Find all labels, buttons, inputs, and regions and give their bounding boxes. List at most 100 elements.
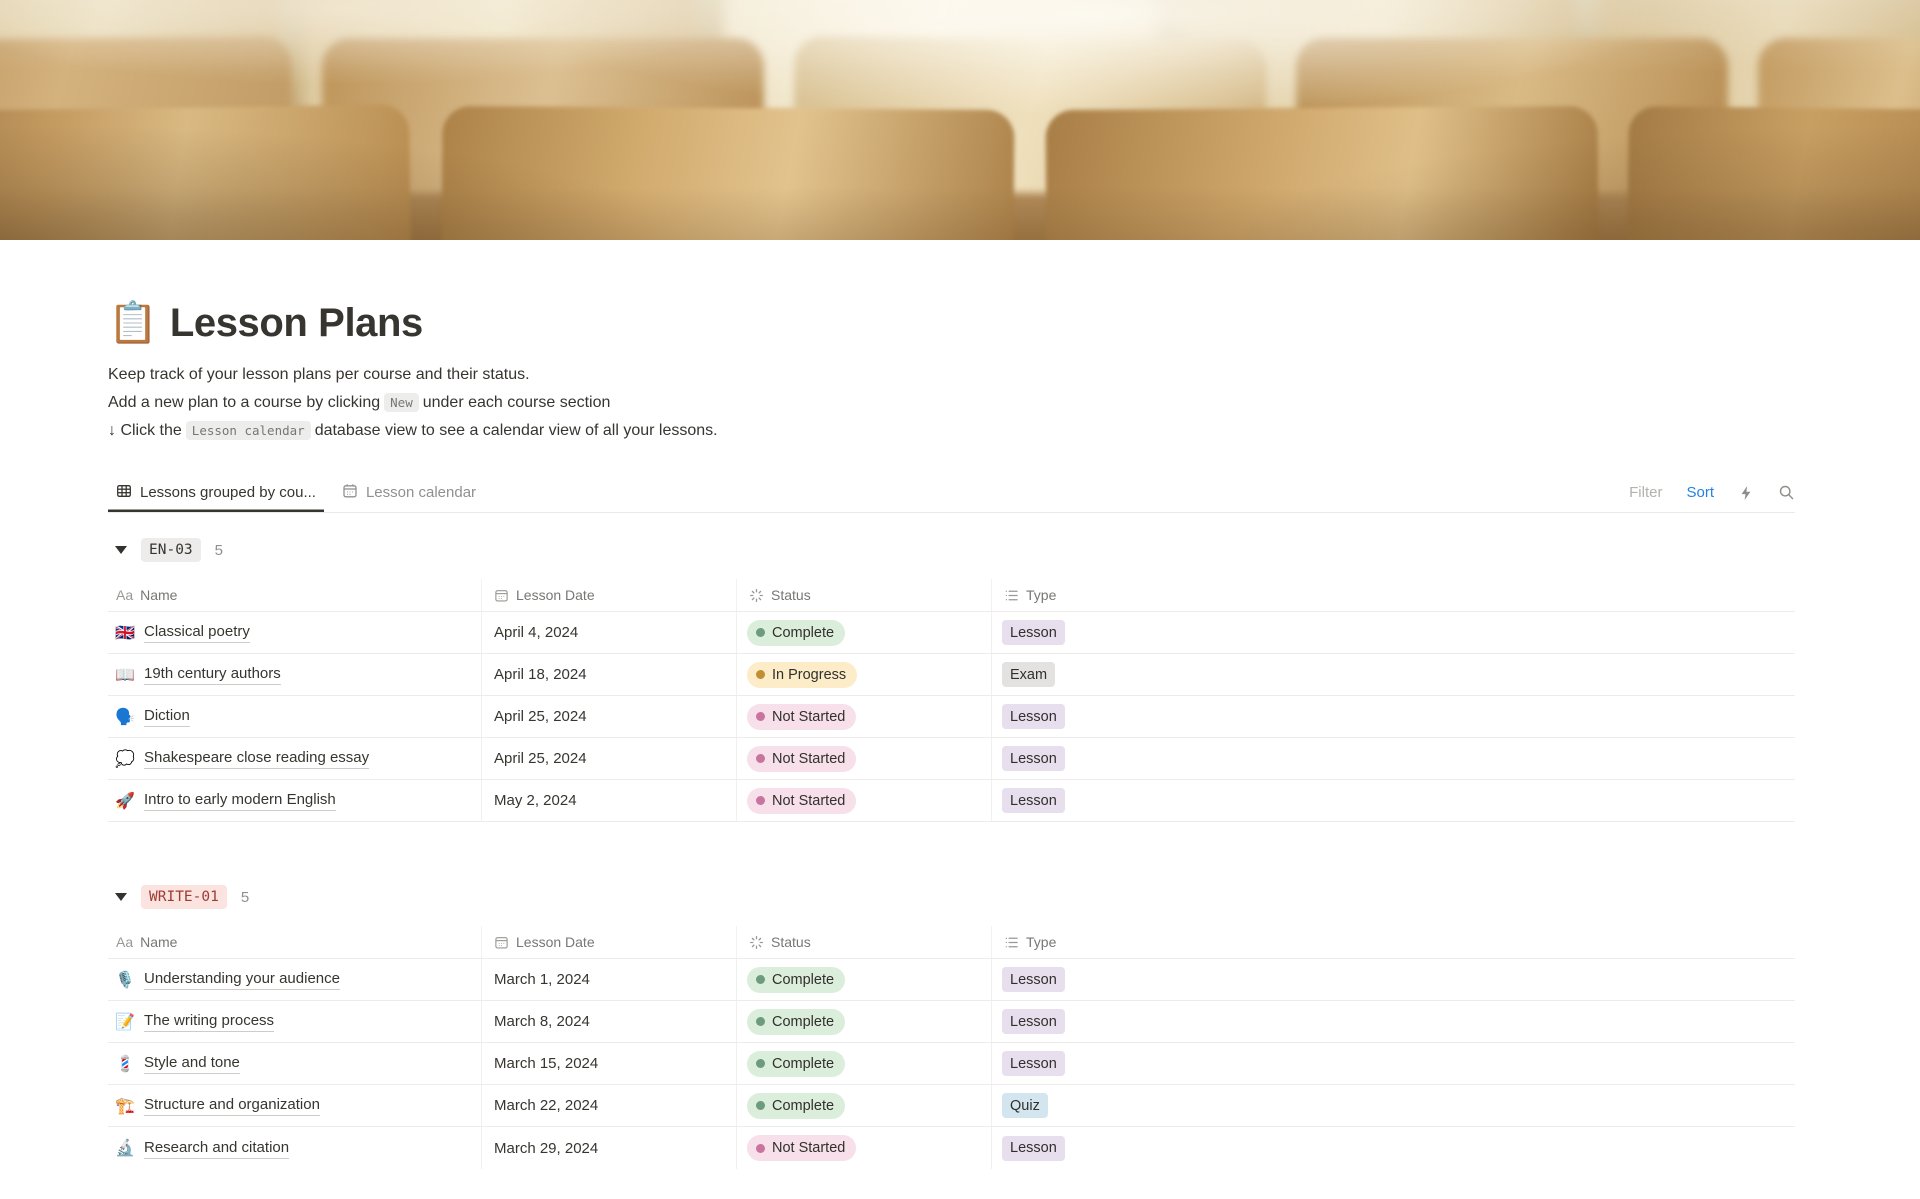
lesson-name-cell[interactable]: 📝 The writing process (108, 1001, 482, 1042)
course-badge[interactable]: WRITE-01 (141, 885, 227, 909)
lesson-type-cell[interactable]: Lesson (992, 696, 1795, 737)
lesson-date-cell[interactable]: April 25, 2024 (482, 738, 737, 779)
column-header-lesson-date[interactable]: Lesson Date (482, 926, 737, 958)
lesson-name-cell[interactable]: 🗣️ Diction (108, 696, 482, 737)
lesson-name-cell[interactable]: 🎙️ Understanding your audience (108, 959, 482, 1000)
type-tag[interactable]: Lesson (1002, 788, 1065, 813)
lesson-status-cell[interactable]: Not Started (737, 738, 992, 779)
collapse-triangle-icon[interactable] (115, 546, 127, 554)
status-pill[interactable]: Complete (747, 1050, 846, 1077)
lesson-type-cell[interactable]: Lesson (992, 780, 1795, 821)
lesson-date-cell[interactable]: March 29, 2024 (482, 1127, 737, 1169)
lesson-link[interactable]: Classical poetry (144, 622, 250, 643)
column-header-lesson-date[interactable]: Lesson Date (482, 579, 737, 611)
filter-button[interactable]: Filter (1629, 484, 1662, 501)
column-header-name[interactable]: Aa Name (108, 926, 482, 958)
status-pill[interactable]: Complete (747, 966, 846, 993)
course-badge[interactable]: EN-03 (141, 538, 201, 562)
type-tag[interactable]: Exam (1002, 662, 1056, 687)
lesson-name-cell[interactable]: 💭 Shakespeare close reading essay (108, 738, 482, 779)
tab-lessons-grouped-by-course[interactable]: Lessons grouped by cou... (108, 473, 324, 512)
status-pill[interactable]: Complete (747, 619, 846, 646)
sort-button[interactable]: Sort (1686, 484, 1714, 501)
column-header-status[interactable]: Status (737, 926, 992, 958)
lesson-type-cell[interactable]: Exam (992, 654, 1795, 695)
lesson-name-cell[interactable]: 🇬🇧 Classical poetry (108, 612, 482, 653)
status-pill[interactable]: In Progress (747, 661, 858, 688)
lesson-name-cell[interactable]: 💈 Style and tone (108, 1043, 482, 1084)
lesson-date-cell[interactable]: May 2, 2024 (482, 780, 737, 821)
lesson-status-cell[interactable]: Complete (737, 1043, 992, 1084)
table-row[interactable]: 🚀 Intro to early modern English May 2, 20… (108, 780, 1795, 822)
type-tag[interactable]: Lesson (1002, 1009, 1065, 1034)
tab-lesson-calendar[interactable]: Lesson calendar (334, 473, 484, 512)
lesson-type-cell[interactable]: Lesson (992, 612, 1795, 653)
lesson-date-cell[interactable]: April 18, 2024 (482, 654, 737, 695)
status-pill[interactable]: Complete (747, 1092, 846, 1119)
type-tag[interactable]: Lesson (1002, 620, 1065, 645)
status-pill[interactable]: Not Started (747, 745, 857, 772)
search-icon[interactable] (1778, 484, 1795, 501)
column-header-type[interactable]: Type (992, 926, 1795, 958)
lesson-status-cell[interactable]: Not Started (737, 1127, 992, 1169)
table-row[interactable]: 💈 Style and tone March 15, 2024 Complete … (108, 1043, 1795, 1085)
lesson-link[interactable]: Understanding your audience (144, 969, 340, 990)
status-pill[interactable]: Not Started (747, 703, 857, 730)
type-tag[interactable]: Lesson (1002, 967, 1065, 992)
lesson-name-cell[interactable]: 🏗️ Structure and organization (108, 1085, 482, 1126)
table-row[interactable]: 🔬 Research and citation March 29, 2024 No… (108, 1127, 1795, 1169)
lesson-date-cell[interactable]: March 15, 2024 (482, 1043, 737, 1084)
type-tag[interactable]: Lesson (1002, 1051, 1065, 1076)
lesson-name-cell[interactable]: 📖 19th century authors (108, 654, 482, 695)
type-tag[interactable]: Lesson (1002, 1135, 1065, 1161)
lesson-status-cell[interactable]: Complete (737, 1085, 992, 1126)
collapse-triangle-icon[interactable] (115, 893, 127, 901)
lesson-date-cell[interactable]: March 22, 2024 (482, 1085, 737, 1126)
lesson-status-cell[interactable]: Not Started (737, 780, 992, 821)
lesson-status-cell[interactable]: Complete (737, 1001, 992, 1042)
column-header-status[interactable]: Status (737, 579, 992, 611)
calendar-view-icon (342, 483, 358, 503)
table-row[interactable]: 📝 The writing process March 8, 2024 Compl… (108, 1001, 1795, 1043)
page-emoji-icon[interactable]: 📋 (108, 299, 158, 347)
lesson-type-cell[interactable]: Quiz (992, 1085, 1795, 1126)
lesson-date-cell[interactable]: March 8, 2024 (482, 1001, 737, 1042)
lesson-type-cell[interactable]: Lesson (992, 1001, 1795, 1042)
lightning-icon[interactable] (1738, 485, 1754, 501)
lesson-link[interactable]: Style and tone (144, 1053, 240, 1074)
type-tag[interactable]: Lesson (1002, 704, 1065, 729)
table-row[interactable]: 💭 Shakespeare close reading essay April 2… (108, 738, 1795, 780)
table-row[interactable]: 📖 19th century authors April 18, 2024 In … (108, 654, 1795, 696)
lesson-type-cell[interactable]: Lesson (992, 738, 1795, 779)
lesson-link[interactable]: Intro to early modern English (144, 790, 336, 811)
column-header-name[interactable]: Aa Name (108, 579, 482, 611)
lesson-name-cell[interactable]: 🔬 Research and citation (108, 1127, 482, 1169)
table-row[interactable]: 🇬🇧 Classical poetry April 4, 2024 Complet… (108, 612, 1795, 654)
lesson-link[interactable]: The writing process (144, 1011, 275, 1032)
type-tag[interactable]: Lesson (1002, 746, 1065, 771)
table-row[interactable]: 🎙️ Understanding your audience March 1, 2… (108, 959, 1795, 1001)
lesson-type-cell[interactable]: Lesson (992, 1127, 1795, 1169)
lesson-status-cell[interactable]: Complete (737, 959, 992, 1000)
lesson-date-cell[interactable]: April 4, 2024 (482, 612, 737, 653)
status-pill[interactable]: Not Started (747, 1135, 857, 1161)
column-header-type[interactable]: Type (992, 579, 1795, 611)
lesson-link[interactable]: Structure and organization (144, 1095, 320, 1116)
lesson-type-cell[interactable]: Lesson (992, 959, 1795, 1000)
lesson-type-cell[interactable]: Lesson (992, 1043, 1795, 1084)
lesson-status-cell[interactable]: Complete (737, 612, 992, 653)
status-pill[interactable]: Not Started (747, 787, 857, 814)
lesson-date-cell[interactable]: March 1, 2024 (482, 959, 737, 1000)
lesson-link[interactable]: Diction (144, 706, 190, 727)
lesson-status-cell[interactable]: In Progress (737, 654, 992, 695)
lesson-status-cell[interactable]: Not Started (737, 696, 992, 737)
status-pill[interactable]: Complete (747, 1008, 846, 1035)
lesson-link[interactable]: Shakespeare close reading essay (144, 748, 370, 769)
lesson-link[interactable]: Research and citation (144, 1138, 290, 1159)
type-tag[interactable]: Quiz (1002, 1093, 1048, 1118)
table-row[interactable]: 🏗️ Structure and organization March 22, 2… (108, 1085, 1795, 1127)
lesson-name-cell[interactable]: 🚀 Intro to early modern English (108, 780, 482, 821)
lesson-link[interactable]: 19th century authors (144, 664, 281, 685)
lesson-date-cell[interactable]: April 25, 2024 (482, 696, 737, 737)
table-row[interactable]: 🗣️ Diction April 25, 2024 Not Started Les… (108, 696, 1795, 738)
